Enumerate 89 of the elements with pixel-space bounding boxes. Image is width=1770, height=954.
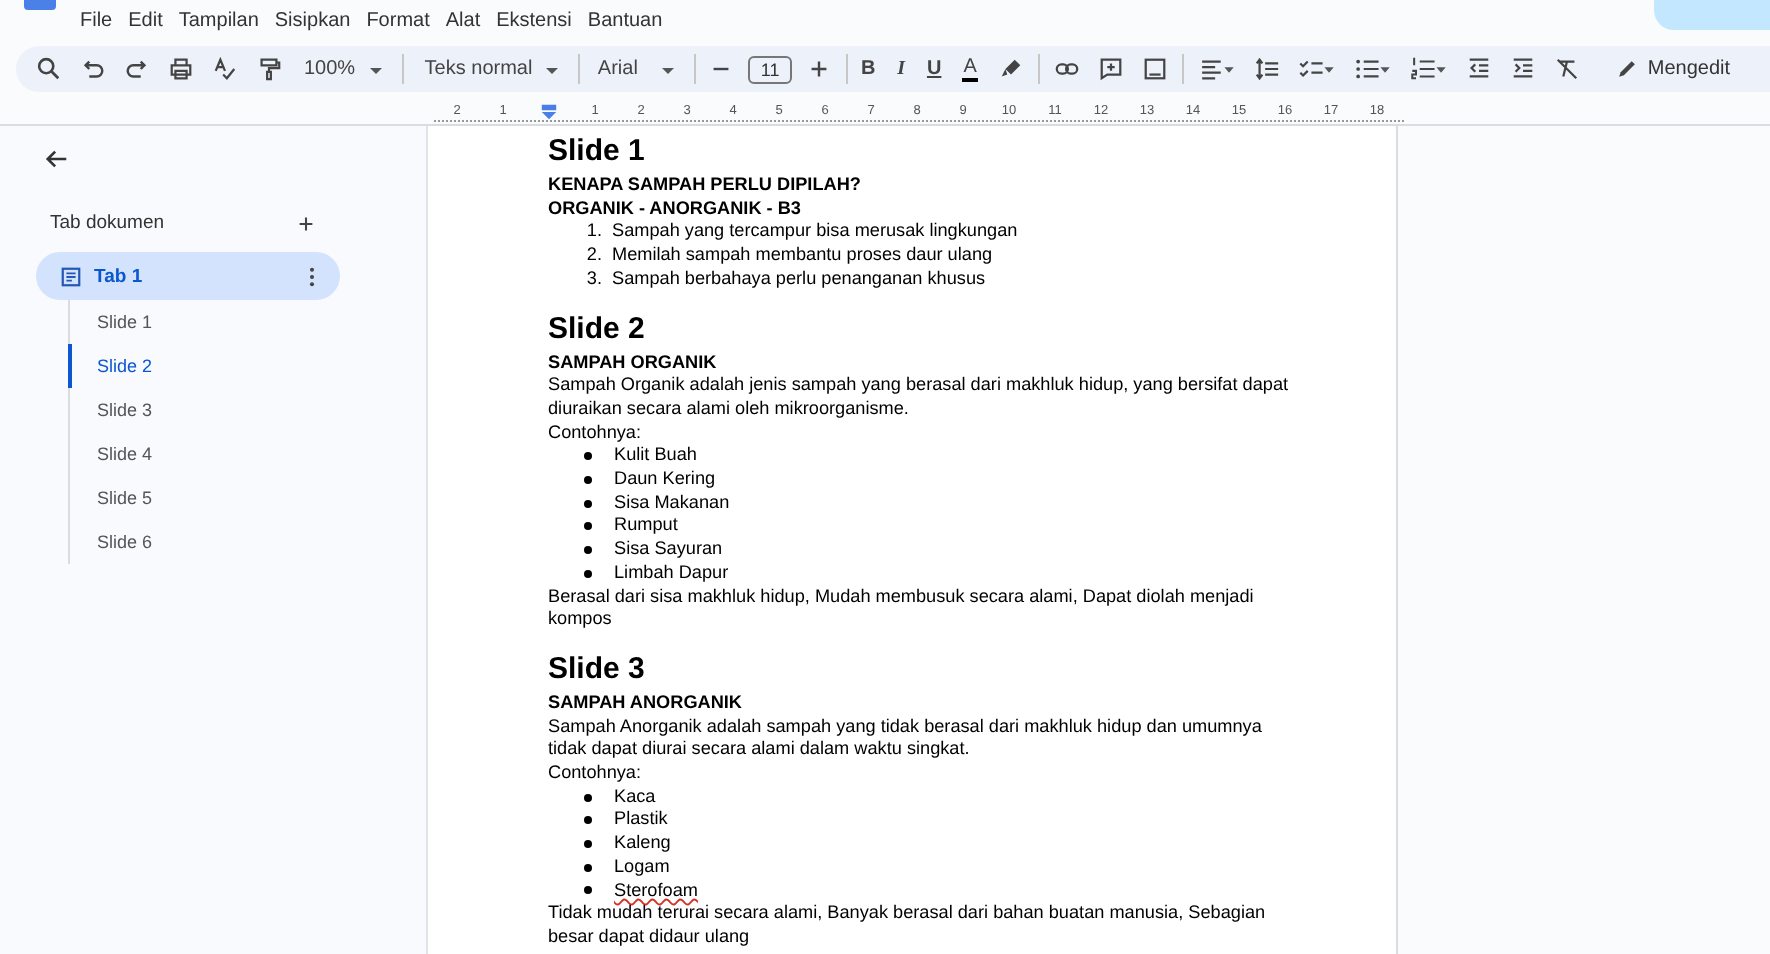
- highlighter-icon[interactable]: [998, 56, 1025, 82]
- bullet-icon: [584, 499, 592, 508]
- menu-item[interactable]: Edit: [120, 8, 171, 36]
- outline-item[interactable]: Slide 6: [67, 520, 426, 564]
- list-item-text: Kaca: [614, 785, 656, 809]
- outline-item[interactable]: Slide 4: [67, 432, 426, 476]
- bullet-icon: [584, 569, 592, 578]
- list-item-text: Sisa Makanan: [614, 491, 730, 515]
- list-number: 1.: [584, 220, 602, 245]
- document-tab[interactable]: Tab 1: [36, 252, 340, 300]
- bullet-icon: [584, 840, 592, 849]
- format-button[interactable]: B: [856, 58, 880, 80]
- list-item-text: Sisa Sayuran: [614, 538, 723, 562]
- image-icon[interactable]: [1142, 56, 1169, 82]
- list-item-text: Rumput: [614, 514, 678, 539]
- decrease-indent-icon[interactable]: [1465, 56, 1492, 82]
- redo-icon[interactable]: [124, 56, 150, 82]
- body-paragraph: Contohnya:: [548, 421, 644, 445]
- print-icon[interactable]: [168, 56, 194, 82]
- sidebar-title: Tab dokumen: [50, 212, 165, 234]
- menu-item[interactable]: File: [72, 8, 121, 36]
- body-paragraph: Contohnya:: [548, 762, 644, 786]
- body-paragraph: Tidak mudah terurai secara alami, Banyak berasal dari bahan buatan manusia, Sebagian besar dapat didaur ulang: [548, 902, 1268, 950]
- list-item-text: Kaleng: [614, 832, 671, 856]
- slide-heading: Slide 3: [548, 651, 647, 688]
- list-item-text: Sterofoam: [614, 879, 698, 903]
- undo-icon[interactable]: [80, 56, 106, 82]
- outline-item[interactable]: Slide 5: [67, 476, 426, 520]
- tab-label: Tab 1: [94, 265, 145, 287]
- checklist-icon[interactable]: [1297, 56, 1336, 82]
- list-item-text: Daun Kering: [614, 468, 716, 492]
- search-icon[interactable]: [36, 56, 62, 82]
- outline-item[interactable]: Slide 3: [67, 388, 426, 432]
- slide-heading: Slide 2: [548, 311, 647, 348]
- menu-item[interactable]: Format: [358, 8, 438, 36]
- body-paragraph: Sampah Anorganik adalah sampah yang tidak berasal dari makhluk hidup dan umumnya tidak dapat diurai secara alami dalam waktu singkat.: [548, 715, 1264, 763]
- back-arrow-icon[interactable]: [44, 146, 70, 172]
- menu-item[interactable]: Ekstensi: [488, 8, 580, 36]
- editing-mode-button[interactable]: Mengedit: [1603, 56, 1743, 82]
- list-item-text: Sampah berbahaya perlu penanganan khusus: [612, 267, 986, 292]
- align-icon[interactable]: [1197, 56, 1236, 82]
- section-subheading: ORGANIK - ANORGANIK - B3: [548, 197, 803, 221]
- add-tab-icon[interactable]: [298, 215, 314, 231]
- clear-formatting-icon[interactable]: [1553, 56, 1580, 82]
- list-item-text: Plastik: [614, 808, 668, 833]
- bullet-icon: [584, 886, 592, 895]
- section-subheading: SAMPAH ORGANIK: [548, 351, 719, 375]
- zoom-dropdown[interactable]: 100%: [296, 58, 392, 80]
- outline-item[interactable]: Slide 1: [67, 300, 426, 344]
- line-spacing-icon[interactable]: [1253, 56, 1280, 82]
- section-subheading: SAMPAH ANORGANIK: [548, 691, 744, 716]
- increase-indent-icon[interactable]: [1509, 56, 1536, 82]
- bullet-icon: [584, 545, 592, 554]
- bullet-icon: [584, 452, 592, 461]
- list-item-text: Sampah yang tercampur bisa merusak lingkungan: [612, 220, 1018, 245]
- format-button[interactable]: I: [889, 58, 913, 80]
- body-paragraph: Berasal dari sisa makhluk hidup, Mudah membusuk secara alami, Dapat diolah menjadi kompos: [548, 585, 1256, 632]
- numbered-list-icon[interactable]: [1409, 56, 1448, 82]
- spellcheck-icon[interactable]: [212, 56, 238, 82]
- menu-item[interactable]: Alat: [437, 8, 489, 36]
- list-item-text: Limbah Dapur: [614, 561, 729, 586]
- menu-item[interactable]: Bantuan: [579, 8, 671, 36]
- list-number: 3.: [584, 267, 602, 292]
- pencil-icon: [1615, 58, 1638, 80]
- indent-marker-icon[interactable]: [540, 103, 558, 119]
- section-subheading: KENAPA SAMPAH PERLU DIPILAH?: [548, 174, 863, 198]
- bullet-icon: [584, 793, 592, 802]
- text-color-button[interactable]: A: [961, 57, 979, 81]
- list-number: 2.: [584, 244, 602, 268]
- style-dropdown[interactable]: Teks normal: [412, 58, 569, 80]
- list-item-text: Kulit Buah: [614, 444, 697, 469]
- format-button[interactable]: U: [922, 58, 946, 80]
- paint-format-icon[interactable]: [256, 56, 282, 82]
- bullet-icon: [584, 816, 592, 825]
- more-options-icon[interactable]: [308, 265, 316, 287]
- slide-heading: Slide 1: [548, 134, 647, 170]
- bullet-icon: [584, 863, 592, 872]
- document-icon: [60, 265, 82, 287]
- bulleted-list-icon[interactable]: [1353, 56, 1392, 82]
- list-item-text: Memilah sampah membantu proses daur ulang: [612, 244, 993, 268]
- menu-item[interactable]: Sisipkan: [266, 8, 359, 36]
- list-item-text: Logam: [614, 855, 670, 880]
- bullet-icon: [584, 522, 592, 531]
- comment-icon[interactable]: [1098, 56, 1125, 82]
- font-size-field[interactable]: 11: [748, 55, 792, 83]
- menu-item[interactable]: Tampilan: [170, 8, 267, 36]
- bullet-icon: [584, 475, 592, 484]
- body-paragraph: Sampah Organik adalah jenis sampah yang berasal dari makhluk hidup, yang bersifat dapat diuraikan secara alami oleh mikroorganisme.: [548, 374, 1291, 422]
- font-dropdown[interactable]: Arial: [589, 58, 684, 80]
